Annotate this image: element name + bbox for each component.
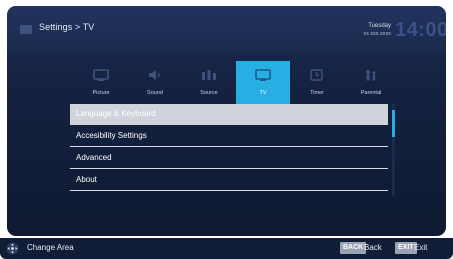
- tab-timer[interactable]: Timer: [290, 61, 344, 104]
- tab-tv[interactable]: TV: [236, 61, 290, 104]
- parental-icon: [366, 70, 376, 81]
- clock: 14:00: [395, 19, 446, 41]
- tab-source[interactable]: Source: [182, 61, 236, 104]
- header-bar: Settings > TV Tuesday xx.xxx.xxxx 14:00: [7, 6, 446, 54]
- menu-item-advanced[interactable]: Advanced: [70, 148, 388, 169]
- tab-label: Source: [200, 90, 218, 96]
- sound-icon: [149, 70, 160, 80]
- menu-item-language-keyboard[interactable]: Language & Keyboard: [70, 104, 388, 125]
- tv-settings-screen: Settings > TV Tuesday xx.xxx.xxxx 14:00 …: [0, 0, 453, 259]
- source-icon: [202, 70, 216, 80]
- menu-item-accessibility-settings[interactable]: Accesibility Settings: [70, 126, 388, 147]
- tab-label: Sound: [147, 90, 163, 96]
- back-key[interactable]: BACK: [340, 242, 367, 254]
- settings-panel: Settings > TV Tuesday xx.xxx.xxxx 14:00 …: [7, 6, 446, 236]
- tv-settings-menu: Language & Keyboard Accesibility Setting…: [70, 104, 388, 192]
- date-label: xx.xxx.xxxx: [363, 31, 391, 37]
- tv-icon: [255, 69, 271, 81]
- tab-label: Parental: [360, 90, 382, 96]
- picture-icon: [93, 69, 109, 81]
- tab-sound[interactable]: Sound: [128, 61, 182, 104]
- timer-icon: [310, 69, 323, 81]
- menu-item-about[interactable]: About: [70, 170, 388, 191]
- tab-picture[interactable]: Picture: [74, 61, 128, 104]
- menu-icon: [20, 25, 32, 34]
- page-title: Settings > TV: [39, 22, 95, 32]
- settings-tabs: Picture Sound Source TV Timer Parental: [74, 61, 387, 104]
- navigation-arrows-icon: [6, 242, 19, 255]
- menu-scrollbar[interactable]: [392, 104, 395, 196]
- tab-label: Timer: [310, 90, 324, 96]
- tab-label: Picture: [92, 90, 110, 96]
- footer-hint-bar: Change Area BACK Back EXIT Exit: [0, 238, 453, 259]
- day-label: Tuesday: [368, 23, 391, 29]
- tab-parental[interactable]: Parental: [344, 61, 398, 104]
- tab-label: TV: [259, 90, 267, 96]
- scrollbar-thumb[interactable]: [392, 110, 395, 137]
- back-label: Back: [364, 243, 382, 252]
- exit-label: Exit: [414, 243, 428, 252]
- change-area-hint: Change Area: [27, 243, 74, 252]
